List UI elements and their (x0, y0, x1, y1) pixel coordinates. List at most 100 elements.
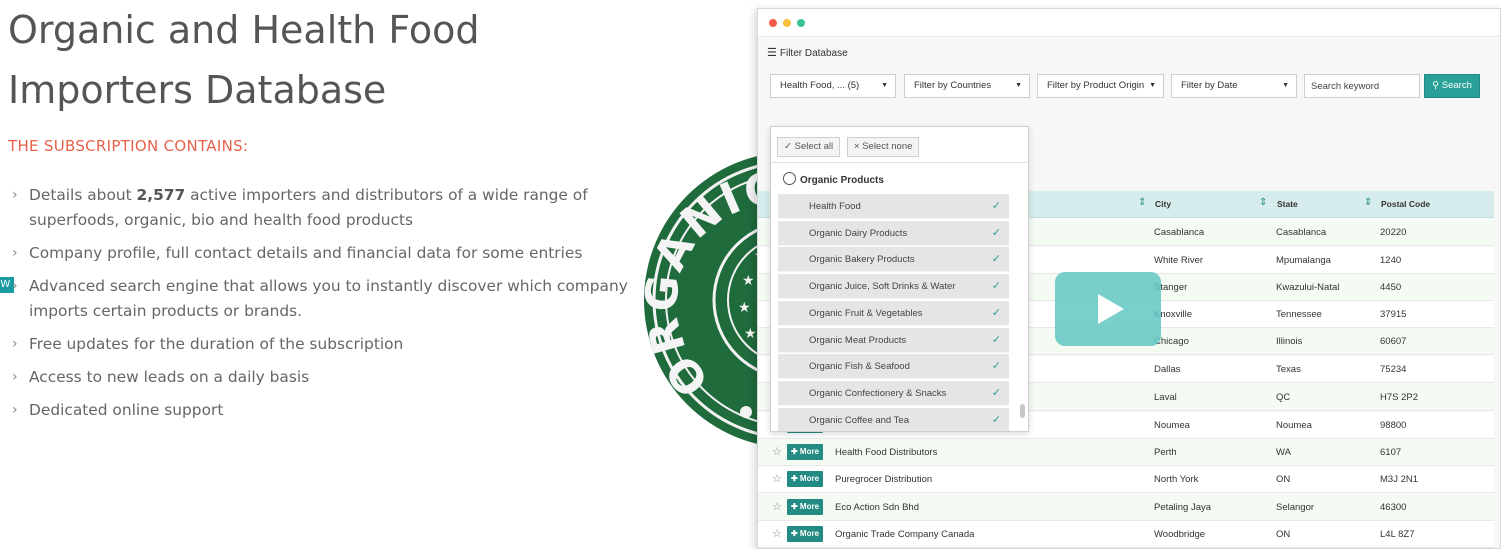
dropdown-option-label: Organic Fish & Seafood (809, 361, 910, 373)
company-cell: Health Food Distributors (835, 447, 938, 458)
postal-code-cell: 98800 (1380, 420, 1407, 431)
close-icon: × (854, 141, 860, 152)
state-cell: Kwazului-Natal (1276, 282, 1340, 293)
city-cell: Woodbridge (1154, 529, 1206, 540)
more-button[interactable]: ✚ More (787, 444, 823, 460)
dropdown-option-label: Organic Juice, Soft Drinks & Water (809, 281, 956, 293)
minimize-window-icon[interactable] (783, 19, 791, 27)
table-row[interactable]: ☆ ✚ More Organic Trade Company Canada Woodb… (758, 521, 1494, 548)
dropdown-option[interactable]: Organic Fruit & Vegetables ✓ (778, 300, 1009, 326)
caret-down-icon: ▼ (881, 82, 888, 89)
city-cell: White River (1154, 255, 1204, 266)
star-icon[interactable]: ☆ (772, 472, 782, 485)
postal-code-cell: 1240 (1380, 255, 1402, 266)
dropdown-scrollbar[interactable] (1020, 167, 1026, 429)
table-row[interactable]: ☆ ✚ More Puregrocer Distribution North York… (758, 466, 1494, 493)
close-window-icon[interactable] (769, 19, 777, 27)
dropdown-option[interactable]: Health Food ✓ (778, 194, 1009, 219)
origin-filter-select[interactable]: Filter by Product Origin ▼ (1037, 74, 1164, 98)
star-icon[interactable]: ☆ (772, 445, 782, 458)
table-row[interactable]: ☆ ✚ More Health Food Distributors Perth WA 61… (758, 439, 1494, 466)
video-play-button[interactable] (1055, 272, 1161, 346)
dropdown-actions: ✓ Select all × Select none (771, 127, 1028, 163)
dropdown-option[interactable]: Organic Juice, Soft Drinks & Water ✓ (778, 274, 1009, 300)
star-icon[interactable]: ☆ (772, 500, 782, 513)
dropdown-option[interactable]: Organic Confectionery & Snacks ✓ (778, 380, 1009, 406)
date-filter-select[interactable]: Filter by Date ▼ (1171, 74, 1297, 98)
company-cell: Puregrocer Distribution (835, 474, 933, 485)
chevron-right-icon: › (12, 336, 18, 352)
state-cell: QC (1276, 392, 1291, 403)
city-cell: North York (1154, 474, 1199, 485)
checkmark-icon: ✓ (991, 253, 1001, 266)
table-row[interactable]: ☆ ✚ More Eco Action Sdn Bhd Petaling Jaya Se… (758, 494, 1494, 521)
select-all-button[interactable]: ✓ Select all (777, 137, 841, 157)
dropdown-option[interactable]: Organic Fish & Seafood ✓ (778, 354, 1009, 380)
database-panel: ☰ Filter Database Health Food, ... (5) ▼ … (758, 38, 1500, 548)
state-cell: ON (1276, 529, 1291, 540)
dropdown-option[interactable]: Organic Bakery Products ✓ (778, 247, 1009, 273)
more-button[interactable]: ✚ More (787, 471, 823, 487)
column-header-state[interactable]: State (1277, 199, 1298, 209)
postal-code-cell: 6107 (1380, 447, 1402, 458)
postal-code-cell: 46300 (1380, 502, 1407, 513)
postal-code-cell: 60607 (1380, 336, 1407, 347)
dropdown-option[interactable]: Organic Coffee and Tea ✓ (778, 407, 1009, 431)
more-button-label: More (799, 474, 820, 483)
page: Organic and Health Food Importers Databa… (0, 0, 1501, 549)
state-cell: Casablanca (1276, 227, 1327, 238)
option-group-header: Organic Products (783, 172, 884, 186)
dropdown-option-label: Organic Confectionery & Snacks (809, 387, 947, 399)
city-cell: Perth (1154, 447, 1177, 458)
product-filter-select[interactable]: Health Food, ... (5) ▼ (770, 74, 896, 98)
option-group-label: Organic Products (800, 175, 884, 186)
app-window: ☰ Filter Database Health Food, ... (5) ▼ … (757, 8, 1501, 549)
sort-icon[interactable]: ⇕ (1138, 197, 1146, 208)
postal-code-cell: M3J 2N1 (1380, 474, 1419, 485)
product-filter-value: Health Food, ... (5) (780, 80, 860, 91)
leaf-icon (783, 172, 796, 185)
countries-filter-select[interactable]: Filter by Countries ▼ (904, 74, 1030, 98)
dropdown-option[interactable]: Organic Dairy Products ✓ (778, 220, 1009, 246)
dropdown-scroll-thumb[interactable] (1020, 404, 1025, 418)
more-button-label: More (799, 447, 820, 456)
chevron-right-icon: › (12, 402, 18, 418)
star-icon[interactable]: ☆ (772, 527, 782, 540)
sort-icon[interactable]: ⇕ (1259, 197, 1267, 208)
checkmark-icon: ✓ (991, 386, 1001, 399)
more-button[interactable]: ✚ More (787, 526, 823, 542)
feature-item: EW › Advanced search engine that allows … (0, 274, 642, 324)
sliders-icon: ☰ (767, 47, 777, 59)
chevron-right-icon: › (12, 278, 18, 294)
state-cell: Noumea (1276, 420, 1312, 431)
feature-text: Advanced search engine that allows you t… (29, 277, 628, 320)
dropdown-option-label: Organic Coffee and Tea (809, 414, 909, 426)
feature-text: Free updates for the duration of the sub… (29, 335, 404, 353)
caret-down-icon: ▼ (1149, 82, 1156, 89)
city-cell: Noumea (1154, 420, 1190, 431)
more-button[interactable]: ✚ More (787, 499, 823, 515)
postal-code-cell: H7S 2P2 (1380, 392, 1419, 403)
column-header-postal-code[interactable]: Postal Code (1381, 199, 1430, 209)
dropdown-option-label: Organic Fruit & Vegetables (809, 307, 923, 319)
feature-text: Dedicated online support (29, 401, 224, 419)
checkmark-icon: ✓ (991, 360, 1001, 373)
feature-list: › Details about 2,577 active importers a… (0, 183, 642, 431)
state-cell: Selangor (1276, 502, 1315, 513)
dropdown-option[interactable]: Organic Meat Products ✓ (778, 327, 1009, 353)
maximize-window-icon[interactable] (797, 19, 805, 27)
date-filter-value: Filter by Date (1181, 80, 1238, 91)
sort-icon[interactable]: ⇕ (1364, 197, 1372, 208)
search-button[interactable]: ⚲ Search (1424, 74, 1480, 98)
column-header-city[interactable]: City (1155, 199, 1171, 209)
chevron-right-icon: › (12, 245, 18, 261)
search-input[interactable] (1304, 74, 1420, 98)
section-subtitle: THE SUBSCRIPTION CONTAINS: (8, 137, 249, 155)
state-cell: ON (1276, 474, 1291, 485)
postal-code-cell: L4L 8Z7 (1380, 529, 1415, 540)
dropdown-option-label: Organic Meat Products (809, 334, 907, 346)
countries-filter-value: Filter by Countries (914, 80, 992, 91)
select-none-button[interactable]: × Select none (847, 137, 920, 157)
more-button-label: More (799, 502, 820, 511)
product-filter-dropdown: ✓ Select all × Select none Organic Produ… (770, 126, 1029, 432)
